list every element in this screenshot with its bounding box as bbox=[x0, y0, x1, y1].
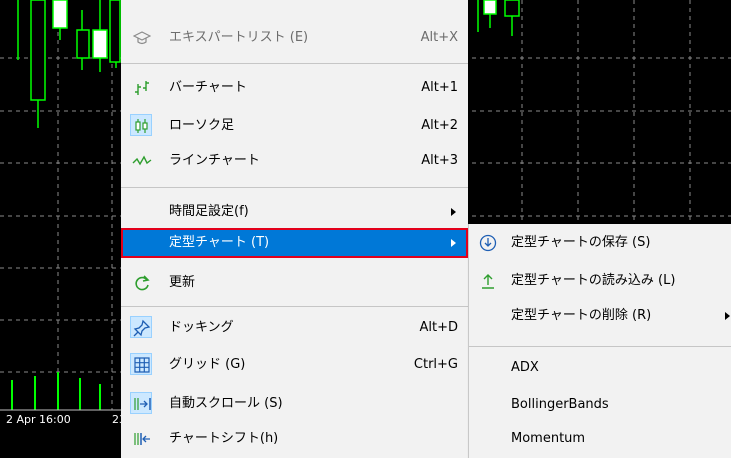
menu-item-docking[interactable]: ドッキング Alt+D bbox=[121, 313, 468, 343]
refresh-icon bbox=[131, 272, 153, 294]
menu-item-bar-chart[interactable]: バーチャート Alt+1 bbox=[121, 73, 468, 103]
menu-item-auto-scroll[interactable]: 自動スクロール (S) bbox=[121, 389, 468, 419]
menu-separator bbox=[121, 306, 468, 307]
submenu-item-template-momentum[interactable]: Momentum bbox=[469, 424, 731, 454]
menu-item-label: ドッキング bbox=[169, 320, 234, 335]
submenu-item-label: BollingerBands bbox=[511, 397, 609, 412]
menu-item-label: 更新 bbox=[169, 275, 196, 290]
menu-item-label: 時間足設定(f) bbox=[169, 204, 249, 219]
chart-shift-icon bbox=[131, 428, 153, 450]
pin-icon bbox=[131, 317, 153, 339]
submenu-item-label: 定型チャートの削除 (R) bbox=[511, 308, 652, 323]
submenu-item-label: Momentum bbox=[511, 431, 586, 446]
menu-item-shortcut: Alt+2 bbox=[421, 118, 458, 133]
menu-item-label: バーチャート bbox=[169, 80, 247, 95]
menu-item-label: 自動スクロール (S) bbox=[169, 396, 283, 411]
menu-item-chart-shift[interactable]: チャートシフト(h) bbox=[121, 424, 468, 454]
submenu-arrow-icon bbox=[451, 239, 456, 247]
download-circle-icon bbox=[477, 232, 499, 254]
submenu-item-label: 定型チャートの読み込み (L) bbox=[511, 273, 676, 288]
menu-item-shortcut: Alt+3 bbox=[421, 153, 458, 168]
chart-context-menu: エキスパートリスト (E) Alt+X バーチャート Alt+1 ローソク足 A… bbox=[121, 0, 468, 458]
menu-separator bbox=[121, 187, 468, 188]
candlestick-icon bbox=[131, 115, 153, 137]
menu-item-shortcut: Ctrl+G bbox=[413, 357, 458, 372]
volume-bars bbox=[11, 372, 101, 410]
submenu-arrow-icon bbox=[725, 312, 730, 320]
menu-separator bbox=[121, 63, 468, 64]
graduation-cap-icon bbox=[131, 27, 153, 49]
menu-item-templates[interactable]: 定型チャート (T) bbox=[121, 228, 468, 258]
submenu-item-template-bollinger[interactable]: BollingerBands bbox=[469, 390, 731, 420]
menu-item-label: ローソク足 bbox=[169, 118, 235, 133]
submenu-item-label: ADX bbox=[511, 360, 539, 375]
menu-item-shortcut: Alt+X bbox=[420, 30, 458, 45]
menu-item-refresh[interactable]: 更新 bbox=[121, 268, 468, 298]
menu-item-label: 定型チャート (T) bbox=[169, 235, 270, 250]
menu-item-expert-list[interactable]: エキスパートリスト (E) Alt+X bbox=[121, 23, 468, 53]
submenu-item-load-template[interactable]: 定型チャートの読み込み (L) bbox=[469, 266, 731, 296]
menu-item-shortcut: Alt+1 bbox=[421, 80, 458, 95]
menu-separator bbox=[469, 346, 731, 347]
menu-item-partial-top[interactable] bbox=[121, 0, 468, 2]
menu-item-timeframe[interactable]: 時間足設定(f) bbox=[121, 197, 468, 227]
submenu-item-template-adx[interactable]: ADX bbox=[469, 353, 731, 383]
templates-submenu: 定型チャートの保存 (S) 定型チャートの読み込み (L) 定型チャートの削除 … bbox=[468, 224, 731, 458]
submenu-item-delete-template[interactable]: 定型チャートの削除 (R) bbox=[469, 301, 731, 331]
line-chart-icon bbox=[131, 150, 153, 172]
submenu-arrow-icon bbox=[451, 208, 456, 216]
menu-item-label: チャートシフト(h) bbox=[169, 431, 279, 446]
grid-icon bbox=[131, 354, 153, 376]
menu-item-grid[interactable]: グリッド (G) Ctrl+G bbox=[121, 350, 468, 380]
submenu-item-save-template[interactable]: 定型チャートの保存 (S) bbox=[469, 228, 731, 258]
auto-scroll-icon bbox=[131, 393, 153, 415]
menu-item-shortcut: Alt+D bbox=[419, 320, 458, 335]
menu-item-line-chart[interactable]: ラインチャート Alt+3 bbox=[121, 146, 468, 176]
upload-arrow-icon bbox=[477, 270, 499, 292]
menu-item-label: ラインチャート bbox=[169, 153, 260, 168]
bar-chart-icon bbox=[131, 77, 153, 99]
submenu-item-label: 定型チャートの保存 (S) bbox=[511, 235, 651, 250]
time-axis-label: 2 Apr 16:00 bbox=[6, 413, 71, 426]
menu-item-label: エキスパートリスト (E) bbox=[169, 30, 309, 45]
menu-item-label: グリッド (G) bbox=[169, 357, 246, 372]
menu-item-candlesticks[interactable]: ローソク足 Alt+2 bbox=[121, 111, 468, 141]
